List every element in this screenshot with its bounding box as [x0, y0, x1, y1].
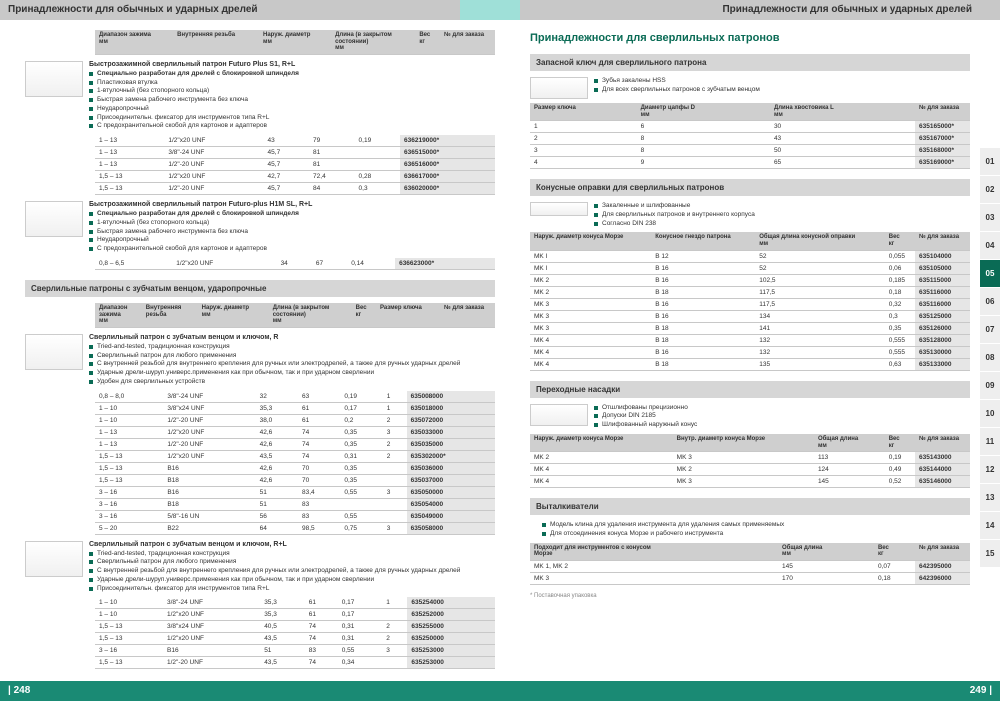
spec-header-2: ДиапазонзажимаммВнутренняярезьбаНаруж. д…: [95, 303, 495, 328]
page-number-right: 249 |: [500, 681, 1000, 701]
spec-table-s1: Размер ключаДиаметр цапфы DммДлина хвост…: [530, 103, 970, 169]
spec-table-p2: 0,8 – 6,51/2"x20 UNF34670,14636623000*: [95, 258, 495, 270]
page-number-left: | 248: [0, 681, 500, 701]
page-right: Принадлежности для сверлильных патронов …: [530, 22, 1000, 599]
footnote: * Поставочная упаковка: [530, 593, 970, 599]
product-image: [530, 77, 588, 99]
spec-table-p1: 1 – 131/2"x20 UNF43790,19636219000*1 – 1…: [95, 135, 495, 195]
feature-list: Специально разработан для дрелей с блоки…: [89, 70, 495, 131]
tab-11[interactable]: 11: [980, 428, 1000, 456]
product-image: [530, 202, 588, 216]
tab-04[interactable]: 04: [980, 232, 1000, 260]
tab-05[interactable]: 05: [980, 260, 1000, 288]
page-title: Принадлежности для сверлильных патронов: [530, 32, 970, 44]
section-heading-s2: Конусные оправки для сверлильных патроно…: [530, 179, 970, 196]
section-heading-s1: Запасной ключ для сверлильного патрона: [530, 54, 970, 71]
spec-table-s4: Подходит для инструментов с конусомМорзе…: [530, 543, 970, 585]
product-title: Сверлильный патрон с зубчатым венцом и к…: [89, 334, 495, 341]
feature-list: Tried-and-tested, традиционная конструкц…: [89, 550, 495, 594]
tab-08[interactable]: 08: [980, 344, 1000, 372]
spec-table-s2: Наруж. диаметр конуса МорзеКонусное гнез…: [530, 232, 970, 370]
product-image: [25, 541, 83, 577]
feature-list: Специально разработан для дрелей с блоки…: [89, 210, 495, 254]
header-accent: [460, 0, 520, 20]
spec-table-p4: 1 – 103/8"-24 UNF35,3610,1716352540001 –…: [95, 597, 495, 669]
feature-list: Tried-and-tested, традиционная конструкц…: [89, 343, 495, 387]
section-heading-s4: Выталкиватели: [530, 498, 970, 515]
product-image: [530, 404, 588, 426]
header-strip: Принадлежности для обычных и ударных дре…: [0, 0, 1000, 20]
tab-01[interactable]: 01: [980, 148, 1000, 176]
header-left: Принадлежности для обычных и ударных дре…: [0, 0, 460, 20]
product-block-p2: Быстрозажимной сверлильный патрон Futuro…: [25, 201, 495, 254]
tab-13[interactable]: 13: [980, 484, 1000, 512]
feature-list: Зубья закалены HSSДля всех сверлильных п…: [594, 77, 970, 95]
product-image: [25, 61, 83, 97]
product-title: Быстрозажимной сверлильный патрон Futuro…: [89, 61, 495, 68]
feature-list: Закаленные и шлифованныеДля сверлильных …: [594, 202, 970, 228]
tab-09[interactable]: 09: [980, 372, 1000, 400]
product-image: [25, 201, 83, 237]
feature-list: Модель клина для удаления инструмента дл…: [530, 521, 970, 539]
tab-07[interactable]: 07: [980, 316, 1000, 344]
product-block-p1: Быстрозажимной сверлильный патрон Futuro…: [25, 61, 495, 131]
product-block-p4: Сверлильный патрон с зубчатым венцом и к…: [25, 541, 495, 594]
product-title: Сверлильный патрон с зубчатым венцом и к…: [89, 541, 495, 548]
spec-table-p3: 0,8 – 8,03/8"-24 UNF32630,1916350080001 …: [95, 391, 495, 535]
product-title: Быстрозажимной сверлильный патрон Futuro…: [89, 201, 495, 208]
section-heading: Сверлильные патроны с зубчатым венцом, у…: [25, 280, 495, 297]
tab-14[interactable]: 14: [980, 512, 1000, 540]
page-left: Диапазон зажимаммВнутренняя резьбаНаруж.…: [25, 22, 495, 669]
tab-12[interactable]: 12: [980, 456, 1000, 484]
tab-02[interactable]: 02: [980, 176, 1000, 204]
header-right: Принадлежности для обычных и ударных дре…: [520, 0, 1000, 20]
product-image: [25, 334, 83, 370]
product-block-p3: Сверлильный патрон с зубчатым венцом и к…: [25, 334, 495, 387]
spec-header-1: Диапазон зажимаммВнутренняя резьбаНаруж.…: [95, 30, 495, 55]
feature-list: Отшлифованы прецизионноДопуски DIN 2185Ш…: [594, 404, 970, 430]
tab-10[interactable]: 10: [980, 400, 1000, 428]
section-heading-s3: Переходные насадки: [530, 381, 970, 398]
tab-06[interactable]: 06: [980, 288, 1000, 316]
tab-15[interactable]: 15: [980, 540, 1000, 568]
section-tabs: 010203040506070809101112131415: [980, 148, 1000, 568]
tab-03[interactable]: 03: [980, 204, 1000, 232]
spec-table-s3: Наруж. диаметр конуса МорзеВнутр. диамет…: [530, 434, 970, 488]
